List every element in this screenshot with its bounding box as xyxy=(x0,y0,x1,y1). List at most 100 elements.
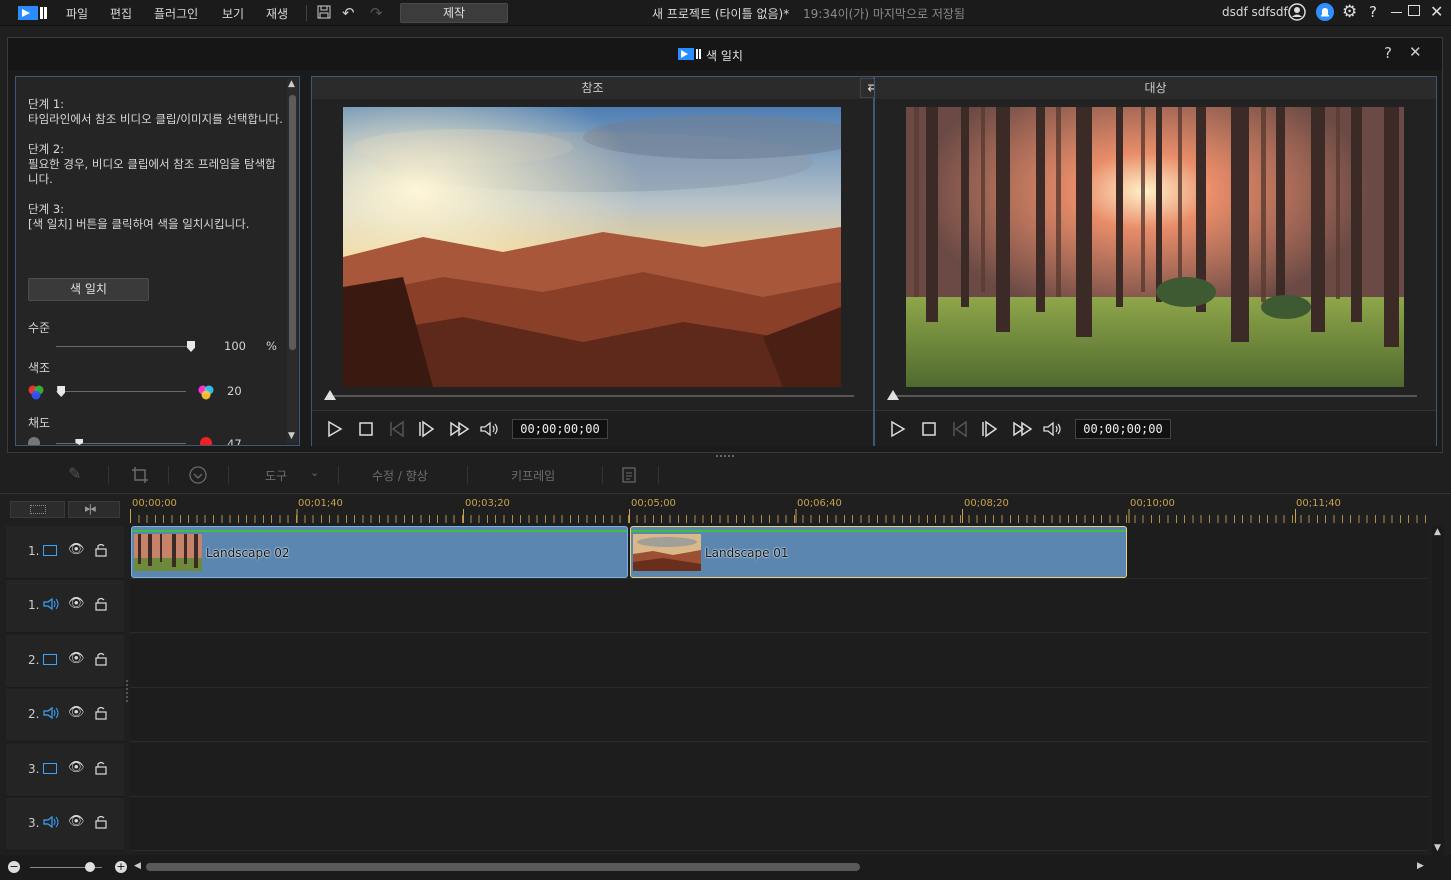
eye-icon[interactable]: 👁 xyxy=(68,814,85,829)
chevron-down-icon[interactable]: ⌄ xyxy=(310,466,319,479)
zoom-out-icon[interactable]: − xyxy=(8,861,20,873)
saturation-value[interactable]: 47 xyxy=(227,435,242,445)
timeline-clip-selected[interactable]: Landscape 01 xyxy=(630,526,1127,578)
zoom-slider-thumb[interactable] xyxy=(85,862,95,872)
speed-icon[interactable] xyxy=(189,466,207,487)
timeline-vertical-scrollbar[interactable]: ▲ ▼ xyxy=(1432,525,1444,855)
keyframe-button[interactable]: 키프레임 xyxy=(511,467,555,484)
reference-scrub-thumb[interactable] xyxy=(324,390,336,400)
tools-menu[interactable]: 도구 xyxy=(265,467,287,484)
settings-gear-icon[interactable]: ⚙ xyxy=(1342,2,1357,22)
track-manager-button[interactable] xyxy=(10,501,65,518)
target-timecode[interactable]: 00;00;00;00 xyxy=(1075,419,1171,439)
volume-icon[interactable] xyxy=(1042,420,1064,438)
dialog-close-icon[interactable]: ✕ xyxy=(1409,43,1422,61)
unlock-icon[interactable] xyxy=(95,706,107,723)
subtitle-icon[interactable] xyxy=(621,466,637,487)
menu-plugins[interactable]: 플러그인 xyxy=(154,5,198,22)
menu-view[interactable]: 보기 xyxy=(222,5,244,22)
undo-icon[interactable]: ↶ xyxy=(342,4,355,22)
target-scrub-track[interactable] xyxy=(891,395,1417,397)
stop-icon[interactable] xyxy=(357,420,375,438)
track-header-video-1[interactable]: 1. 👁 xyxy=(6,526,124,579)
unlock-icon[interactable] xyxy=(95,761,107,778)
level-slider-thumb[interactable] xyxy=(187,341,195,352)
stop-icon[interactable] xyxy=(920,420,938,438)
eye-icon[interactable]: 👁 xyxy=(68,542,85,557)
scroll-down-icon[interactable]: ▼ xyxy=(1434,843,1441,853)
reference-preview: 참조 00;00;00;00 xyxy=(311,76,874,446)
ruler-label: 00;08;20 xyxy=(964,498,1009,509)
track-row-audio-3[interactable] xyxy=(130,797,1428,851)
save-icon[interactable] xyxy=(317,5,331,22)
previous-frame-icon[interactable] xyxy=(388,420,406,438)
minimize-icon[interactable] xyxy=(1391,12,1402,13)
track-header-audio-3[interactable]: 3. 👁 xyxy=(6,798,124,851)
settings-scrollbar[interactable]: ▲ ▼ xyxy=(287,79,298,443)
hue-slider-track[interactable] xyxy=(56,391,186,392)
redo-icon[interactable]: ↷ xyxy=(370,4,383,22)
scroll-down-icon[interactable]: ▼ xyxy=(288,431,295,441)
eye-icon[interactable]: 👁 xyxy=(68,760,85,775)
unlock-icon[interactable] xyxy=(95,652,107,669)
menu-edit[interactable]: 편집 xyxy=(110,5,132,22)
menu-playback[interactable]: 재생 xyxy=(266,5,288,22)
target-scrub-thumb[interactable] xyxy=(887,390,899,400)
saturation-slider-track[interactable] xyxy=(56,443,186,444)
level-slider-track[interactable] xyxy=(56,346,191,347)
user-avatar-icon[interactable] xyxy=(1288,3,1306,24)
timeline-ruler[interactable]: 00;00;00 00;01;40 00;03;20 00;05;00 00;0… xyxy=(130,497,1428,525)
scroll-thumb[interactable] xyxy=(289,95,296,350)
zoom-in-icon[interactable]: + xyxy=(115,861,127,873)
timeline-splitter-grip[interactable] xyxy=(126,680,128,702)
volume-icon[interactable] xyxy=(479,420,501,438)
scroll-left-icon[interactable]: ◀ xyxy=(134,861,141,871)
track-header-video-2[interactable]: 2. 👁 xyxy=(6,635,124,688)
play-icon[interactable] xyxy=(326,420,344,438)
fix-enhance-button[interactable]: 수정 / 향상 xyxy=(372,467,428,484)
scroll-right-icon[interactable]: ▶ xyxy=(1417,861,1424,871)
previous-frame-icon[interactable] xyxy=(951,420,969,438)
fit-timeline-button[interactable]: ▸|◂ xyxy=(68,501,120,518)
next-frame-icon[interactable] xyxy=(418,420,436,438)
play-icon[interactable] xyxy=(889,420,907,438)
next-frame-icon[interactable] xyxy=(981,420,999,438)
eye-icon[interactable]: 👁 xyxy=(68,705,85,720)
fast-forward-icon[interactable] xyxy=(1012,420,1034,438)
menu-file[interactable]: 파일 xyxy=(66,5,88,22)
crop-icon[interactable] xyxy=(131,466,149,487)
eye-icon[interactable]: 👁 xyxy=(68,651,85,666)
produce-button[interactable]: 제작 xyxy=(400,3,508,23)
track-header-video-3[interactable]: 3. 👁 xyxy=(6,744,124,797)
hue-slider-thumb[interactable] xyxy=(57,386,66,397)
dialog-help-icon[interactable]: ? xyxy=(1384,44,1392,62)
eye-icon[interactable]: 👁 xyxy=(68,596,85,611)
track-row-video-2[interactable] xyxy=(130,634,1428,688)
saturation-slider-thumb[interactable] xyxy=(75,439,84,445)
panel-splitter[interactable] xyxy=(716,455,734,457)
timeline-clip[interactable]: Landscape 02 xyxy=(131,526,628,578)
unlock-icon[interactable] xyxy=(95,815,107,832)
scroll-up-icon[interactable]: ▲ xyxy=(1434,527,1441,537)
reference-timecode[interactable]: 00;00;00;00 xyxy=(512,419,608,439)
track-header-audio-2[interactable]: 2. 👁 xyxy=(6,689,124,742)
track-row-audio-1[interactable] xyxy=(130,579,1428,633)
unlock-icon[interactable] xyxy=(95,543,107,560)
close-window-icon[interactable]: ✕ xyxy=(1430,2,1443,21)
unlock-icon[interactable] xyxy=(95,597,107,614)
pen-icon[interactable]: ✎ xyxy=(68,464,81,483)
fast-forward-icon[interactable] xyxy=(449,420,471,438)
scroll-up-icon[interactable]: ▲ xyxy=(288,79,295,89)
help-icon[interactable]: ? xyxy=(1369,3,1377,21)
reference-scrub-track[interactable] xyxy=(328,395,854,397)
track-row-video-3[interactable] xyxy=(130,743,1428,797)
maximize-icon[interactable] xyxy=(1408,5,1420,16)
track-row-audio-2[interactable] xyxy=(130,688,1428,742)
hue-value[interactable]: 20 xyxy=(227,384,242,398)
horizontal-scroll-thumb[interactable] xyxy=(146,863,860,871)
notification-bell-icon[interactable] xyxy=(1316,3,1334,24)
level-value[interactable]: 100 xyxy=(224,339,246,353)
track-header-audio-1[interactable]: 1. 👁 xyxy=(6,580,124,633)
app-logo-icon[interactable] xyxy=(18,5,48,21)
color-match-button[interactable]: 색 일치 xyxy=(28,278,149,301)
